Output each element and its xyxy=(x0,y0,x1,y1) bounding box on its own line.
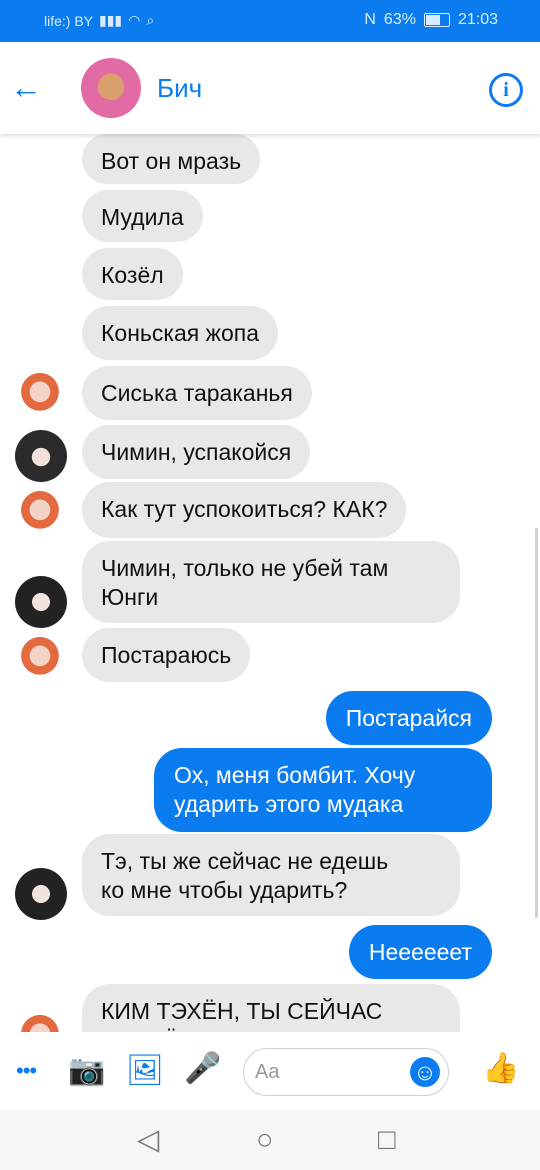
incoming-message[interactable]: Вот он мразь xyxy=(82,134,261,184)
signal-icon: ▮▮▮ xyxy=(99,12,123,28)
carrier-label: life:) BY xyxy=(44,12,94,29)
sender-avatar[interactable] xyxy=(15,576,67,628)
navigation-back-icon[interactable]: ◁ xyxy=(137,1125,159,1155)
navigation-home-icon[interactable]: ○ xyxy=(256,1125,274,1155)
message-input-placeholder: Aa xyxy=(255,1060,280,1083)
incoming-message[interactable]: Постараюсь xyxy=(82,628,251,682)
incoming-message[interactable]: Мудила xyxy=(82,190,203,242)
sender-avatar[interactable] xyxy=(15,1012,67,1032)
incoming-message[interactable]: КИМ ТЭХЁН, ТЫ СЕЙЧАС СЕРЬЁЗНО? xyxy=(82,984,460,1032)
message-input[interactable]: Aa ☺ xyxy=(243,1048,449,1096)
clock: 21:03 xyxy=(457,11,498,28)
incoming-message[interactable]: Как тут успокоиться? КАК? xyxy=(82,482,407,538)
incoming-message[interactable]: Сиська тараканья xyxy=(82,366,312,420)
emoji-icon[interactable]: ☺ xyxy=(410,1057,440,1087)
outgoing-message[interactable]: Ох, меня бомбит. Хочу ударить этого муда… xyxy=(154,748,492,832)
more-options-icon[interactable]: ••• xyxy=(16,1056,37,1086)
outgoing-message[interactable]: Неееееет xyxy=(348,925,492,979)
camera-icon[interactable]: 📷 xyxy=(68,1056,105,1086)
outgoing-message[interactable]: Постарайся xyxy=(325,691,492,745)
conversation-title[interactable]: Бич xyxy=(157,73,202,104)
sender-avatar[interactable] xyxy=(15,488,67,540)
message-scrollbar[interactable] xyxy=(535,528,538,918)
status-bar: life:) BY ▮▮▮ ◠ ⌕ N 63% 21:03 xyxy=(0,0,540,42)
sender-avatar[interactable] xyxy=(15,868,67,920)
navigation-recents-icon[interactable]: □ xyxy=(378,1125,396,1155)
incoming-message[interactable]: Чимин, только не убей там Юнги xyxy=(82,541,460,623)
sender-avatar[interactable] xyxy=(15,430,67,482)
sender-avatar[interactable] xyxy=(15,370,67,422)
incoming-message[interactable]: Тэ, ты же сейчас не едешь ко мне чтобы у… xyxy=(82,834,460,916)
wifi-icon: ◠ xyxy=(128,12,141,28)
image-gallery-icon[interactable]: 🖼 xyxy=(126,1056,164,1086)
conversation-header: ← Бич i xyxy=(0,42,540,134)
incoming-message[interactable]: Козёл xyxy=(82,248,183,300)
incoming-message[interactable]: Коньская жопа xyxy=(82,306,279,360)
android-navigation-bar: ◁ ○ □ xyxy=(0,1110,540,1170)
search-icon: ⌕ xyxy=(146,12,155,28)
message-list[interactable]: Вот он мразь Мудила Козёл Коньская жопа … xyxy=(0,134,540,1032)
incoming-message[interactable]: Чимин, успакойся xyxy=(82,425,311,479)
message-composer: ••• 📷 🖼 🎤 Aa ☺ 👍 xyxy=(0,1032,540,1110)
like-icon[interactable]: 👍 xyxy=(482,1054,519,1084)
contact-avatar[interactable] xyxy=(81,58,141,118)
info-icon[interactable]: i xyxy=(489,73,523,107)
microphone-icon[interactable]: 🎤 xyxy=(184,1054,221,1084)
battery-percent: 63% xyxy=(383,11,416,28)
back-arrow-icon[interactable]: ← xyxy=(10,69,42,105)
sender-avatar[interactable] xyxy=(15,634,67,686)
nfc-icon: N xyxy=(364,11,376,28)
battery-icon xyxy=(423,13,450,27)
